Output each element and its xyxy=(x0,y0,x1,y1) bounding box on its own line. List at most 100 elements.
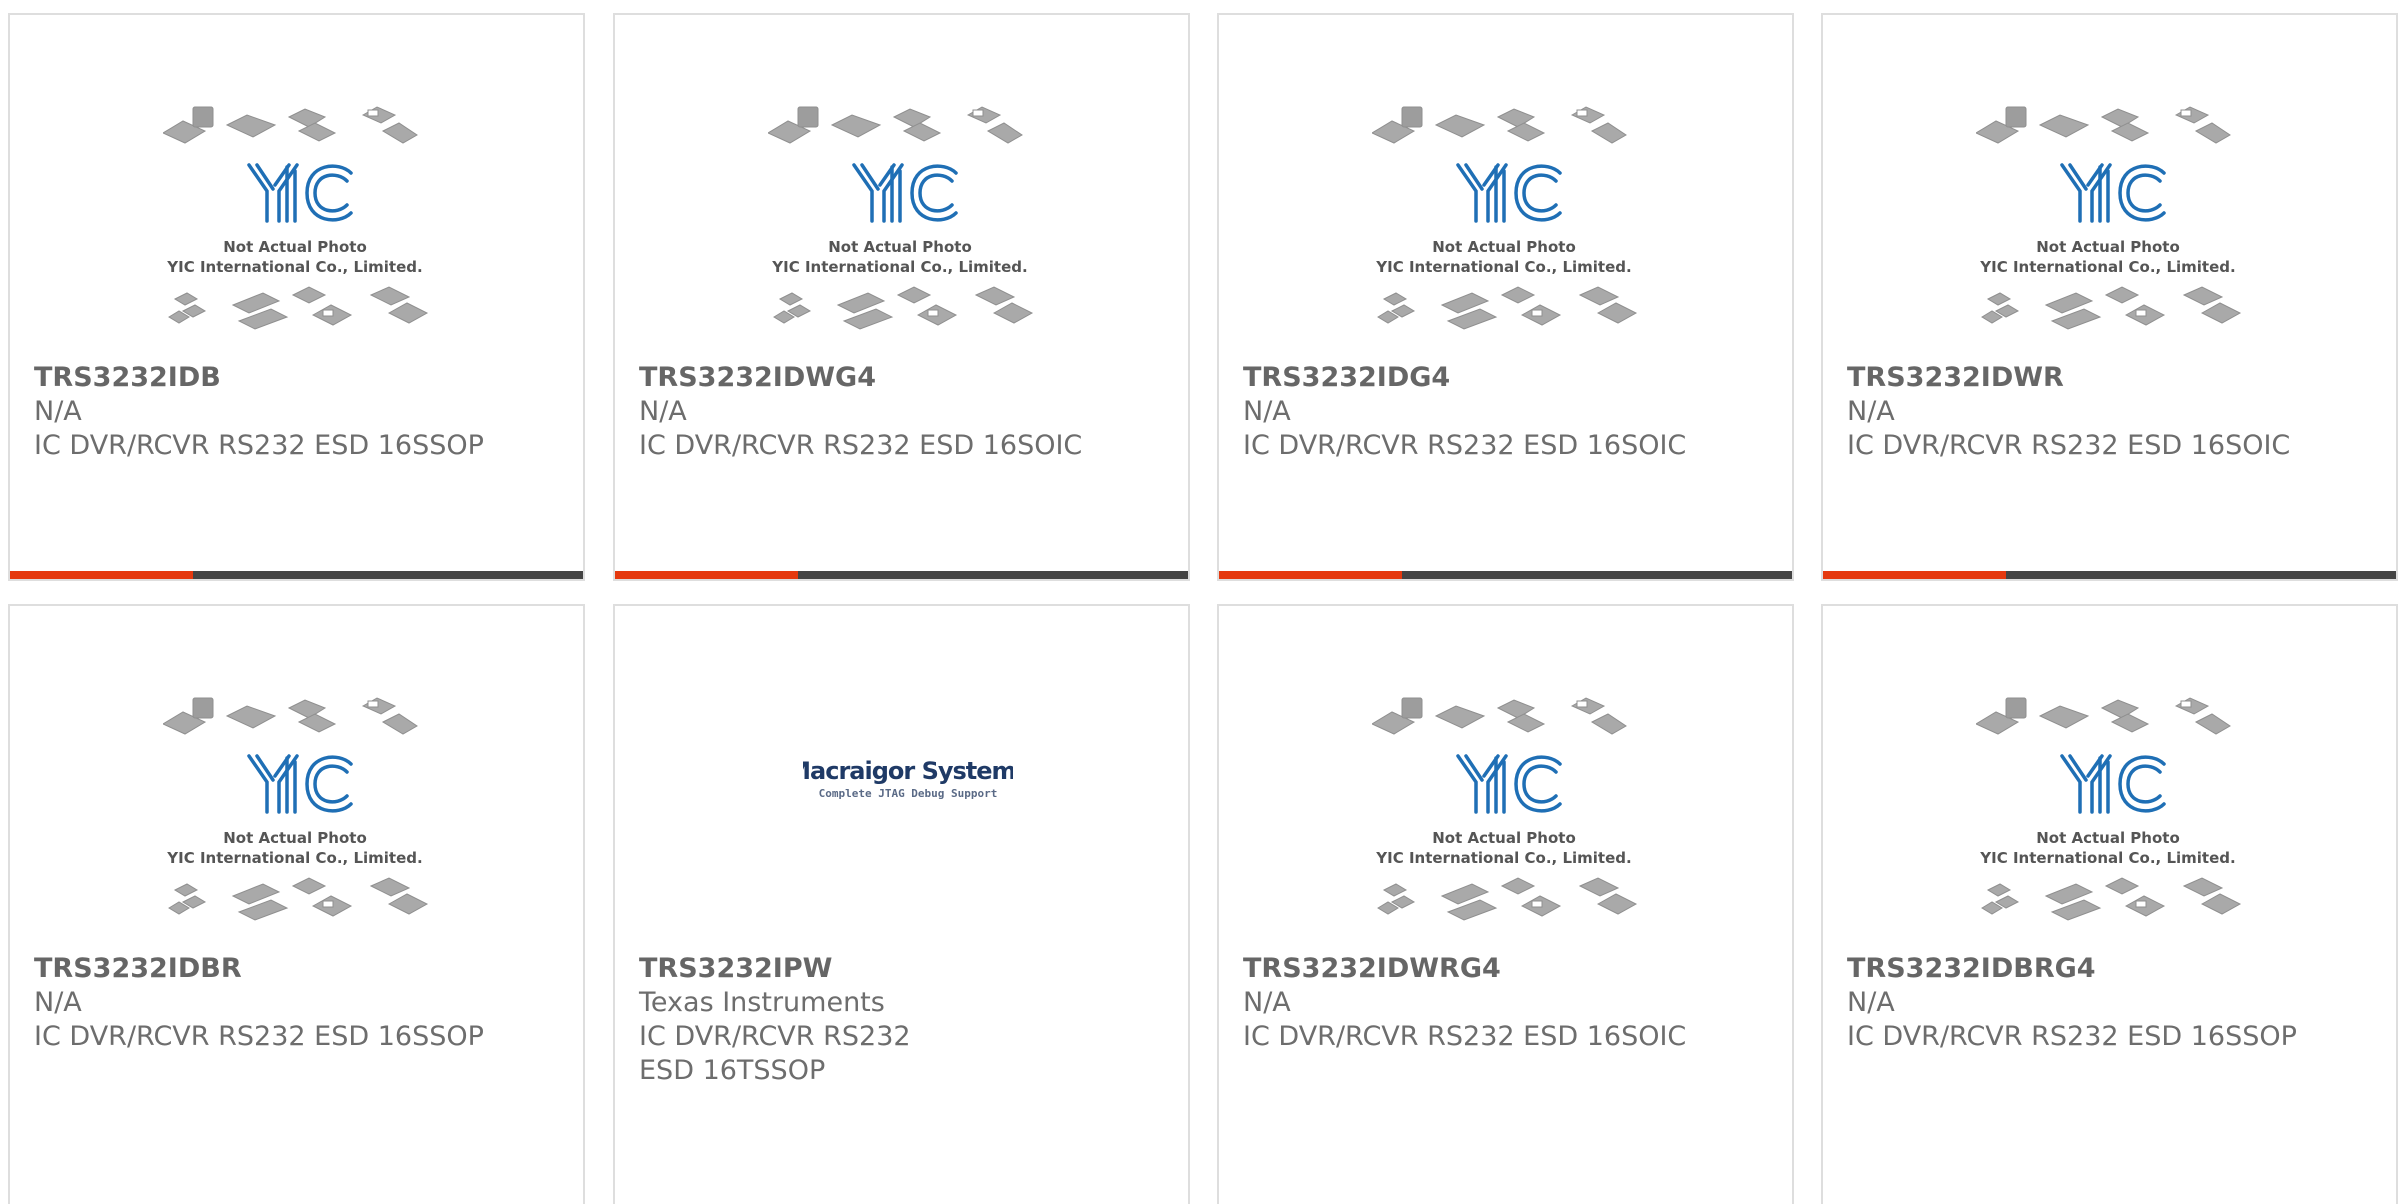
product-card[interactable]: Not Actual Photo YIC International Co., … xyxy=(8,13,585,581)
description-text: IC DVR/RCVR RS232 ESD 16SSOP xyxy=(34,1021,484,1052)
chip-icon xyxy=(168,877,429,921)
product-info: TRS3232IDBRG4 N/A IC DVR/RCVR RS232 ESD 16… xyxy=(1847,952,2372,1054)
product-image-placeholder[interactable]: Not Actual Photo YIC International Co., … xyxy=(1976,696,2256,946)
product-thumbnail[interactable]: Macraigor Systems Complete JTAG Debug Su… xyxy=(615,606,1188,946)
product-thumbnail[interactable]: Not Actual Photo YIC International Co., … xyxy=(615,15,1188,355)
manufacturer-text: N/A xyxy=(34,987,82,1018)
chip-icon xyxy=(1981,286,2242,330)
chip-icon xyxy=(1372,106,1627,144)
product-card[interactable]: Not Actual Photo YIC International Co., … xyxy=(1217,604,1794,1204)
chip-icon xyxy=(163,106,418,144)
product-image-placeholder[interactable]: Not Actual Photo YIC International Co., … xyxy=(768,105,1048,355)
yic-logo xyxy=(247,754,353,814)
placeholder-line2: YIC International Co., Limited. xyxy=(1375,849,1631,867)
chip-icon xyxy=(773,286,1034,330)
description-text: IC DVR/RCVR RS232 ESD 16SOIC xyxy=(1243,1021,1687,1052)
placeholder-line1: Not Actual Photo xyxy=(223,238,367,256)
card-progress-bar xyxy=(1219,571,1792,579)
placeholder-line2: YIC International Co., Limited. xyxy=(1375,258,1631,276)
product-card[interactable]: Not Actual Photo YIC International Co., … xyxy=(1821,604,2398,1204)
product-info: TRS3232IDWR N/A IC DVR/RCVR RS232 ESD 16SO… xyxy=(1847,361,2372,463)
description-text: IC DVR/RCVR RS232 ESD 16TSSOP xyxy=(639,1021,911,1086)
chip-icon xyxy=(163,697,418,735)
part-number-link[interactable]: TRS3232IDWRG4 xyxy=(1243,952,1768,986)
progress-fill xyxy=(1823,571,2007,579)
manufacturer-text: N/A xyxy=(639,396,687,427)
product-info: TRS3232IDB N/A IC DVR/RCVR RS232 ESD 16SSO… xyxy=(34,361,559,463)
part-number-link[interactable]: TRS3232IDG4 xyxy=(1243,361,1768,395)
product-card[interactable]: Not Actual Photo YIC International Co., … xyxy=(613,13,1190,581)
manufacturer-text: N/A xyxy=(34,396,82,427)
product-thumbnail[interactable]: Not Actual Photo YIC International Co., … xyxy=(1823,15,2396,355)
product-image-placeholder[interactable]: Not Actual Photo YIC International Co., … xyxy=(1976,105,2256,355)
part-number-link[interactable]: TRS3232IDWG4 xyxy=(639,361,1164,395)
logo-name: Macraigor Systems xyxy=(803,757,1013,785)
manufacturer-text: N/A xyxy=(1243,396,1291,427)
product-image-placeholder[interactable]: Not Actual Photo YIC International Co., … xyxy=(163,696,443,946)
chip-icon xyxy=(1976,697,2231,735)
description-text: IC DVR/RCVR RS232 ESD 16SOIC xyxy=(1243,430,1687,461)
product-image-placeholder[interactable]: Not Actual Photo YIC International Co., … xyxy=(1372,105,1652,355)
part-number-link[interactable]: TRS3232IDBR xyxy=(34,952,559,986)
chip-icon xyxy=(1981,877,2242,921)
chip-icon xyxy=(1372,697,1627,735)
product-image-placeholder[interactable]: Not Actual Photo YIC International Co., … xyxy=(1372,696,1652,946)
part-number-link[interactable]: TRS3232IDB xyxy=(34,361,559,395)
product-image-placeholder[interactable]: Not Actual Photo YIC International Co., … xyxy=(163,105,443,355)
product-card[interactable]: Macraigor Systems Complete JTAG Debug Su… xyxy=(613,604,1190,1204)
chip-icon xyxy=(768,106,1023,144)
progress-fill xyxy=(615,571,799,579)
card-progress-bar xyxy=(10,571,583,579)
yic-logo xyxy=(1456,754,1562,814)
placeholder-line2: YIC International Co., Limited. xyxy=(166,258,422,276)
product-thumbnail[interactable]: Not Actual Photo YIC International Co., … xyxy=(10,15,583,355)
product-info: TRS3232IDG4 N/A IC DVR/RCVR RS232 ESD 16SO… xyxy=(1243,361,1768,463)
placeholder-line1: Not Actual Photo xyxy=(1432,238,1576,256)
placeholder-line2: YIC International Co., Limited. xyxy=(1979,849,2235,867)
product-info: TRS3232IPW Texas Instruments IC DVR/RCVR R… xyxy=(639,952,1164,1088)
part-number-link[interactable]: TRS3232IPW xyxy=(639,952,1164,986)
product-thumbnail[interactable]: Not Actual Photo YIC International Co., … xyxy=(1219,606,1792,946)
card-progress-bar xyxy=(615,571,1188,579)
placeholder-line2: YIC International Co., Limited. xyxy=(166,849,422,867)
product-info: TRS3232IDWRG4 N/A IC DVR/RCVR RS232 ESD 16… xyxy=(1243,952,1768,1054)
chip-icon xyxy=(168,286,429,330)
card-progress-bar xyxy=(1823,571,2396,579)
progress-fill xyxy=(1219,571,1403,579)
product-card[interactable]: Not Actual Photo YIC International Co., … xyxy=(8,604,585,1204)
placeholder-line2: YIC International Co., Limited. xyxy=(1979,258,2235,276)
chip-icon xyxy=(1976,106,2231,144)
chip-icon xyxy=(1377,877,1638,921)
description-text: IC DVR/RCVR RS232 ESD 16SSOP xyxy=(1847,1021,2297,1052)
placeholder-line1: Not Actual Photo xyxy=(223,829,367,847)
manufacturer-text: N/A xyxy=(1847,396,1895,427)
logo-tagline: Complete JTAG Debug Support xyxy=(819,787,998,800)
product-card[interactable]: Not Actual Photo YIC International Co., … xyxy=(1217,13,1794,581)
product-card[interactable]: Not Actual Photo YIC International Co., … xyxy=(1821,13,2398,581)
yic-logo xyxy=(852,163,958,223)
description-text: IC DVR/RCVR RS232 ESD 16SSOP xyxy=(34,430,484,461)
placeholder-line2: YIC International Co., Limited. xyxy=(771,258,1027,276)
placeholder-line1: Not Actual Photo xyxy=(2036,238,2180,256)
product-thumbnail[interactable]: Not Actual Photo YIC International Co., … xyxy=(10,606,583,946)
product-info: TRS3232IDWG4 N/A IC DVR/RCVR RS232 ESD 16S… xyxy=(639,361,1164,463)
placeholder-line1: Not Actual Photo xyxy=(828,238,972,256)
yic-logo xyxy=(2060,163,2166,223)
placeholder-line1: Not Actual Photo xyxy=(2036,829,2180,847)
manufacturer-text: Texas Instruments xyxy=(639,987,885,1018)
description-text: IC DVR/RCVR RS232 ESD 16SOIC xyxy=(639,430,1083,461)
chip-icon xyxy=(1377,286,1638,330)
product-info: TRS3232IDBR N/A IC DVR/RCVR RS232 ESD 16SS… xyxy=(34,952,559,1054)
yic-logo xyxy=(2060,754,2166,814)
description-text: IC DVR/RCVR RS232 ESD 16SOIC xyxy=(1847,430,2291,461)
manufacturer-text: N/A xyxy=(1243,987,1291,1018)
manufacturer-logo[interactable]: Macraigor Systems Complete JTAG Debug Su… xyxy=(803,751,1013,811)
placeholder-line1: Not Actual Photo xyxy=(1432,829,1576,847)
part-number-link[interactable]: TRS3232IDBRG4 xyxy=(1847,952,2372,986)
yic-logo xyxy=(1456,163,1562,223)
product-thumbnail[interactable]: Not Actual Photo YIC International Co., … xyxy=(1823,606,2396,946)
product-thumbnail[interactable]: Not Actual Photo YIC International Co., … xyxy=(1219,15,1792,355)
yic-logo xyxy=(247,163,353,223)
part-number-link[interactable]: TRS3232IDWR xyxy=(1847,361,2372,395)
progress-fill xyxy=(10,571,194,579)
